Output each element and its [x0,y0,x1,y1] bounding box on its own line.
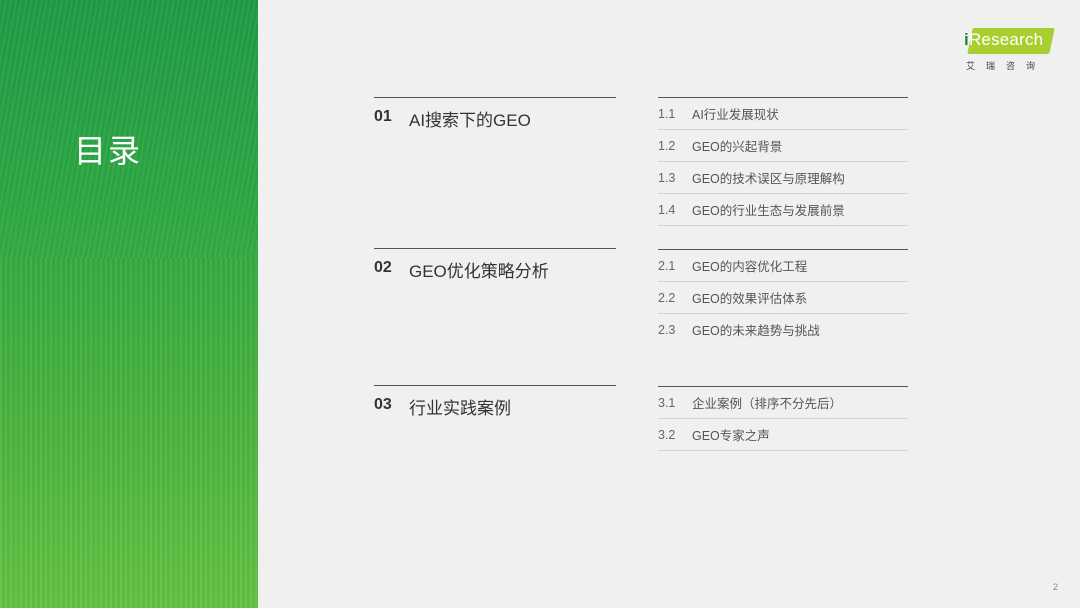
item-label: GEO的行业生态与发展前景 [692,204,845,218]
list-item: 3.1 企业案例（排序不分先后） [658,387,908,419]
section-number: 01 [374,108,392,125]
page-number: 2 [1053,582,1059,592]
item-label: AI行业发展现状 [692,108,779,122]
item-number: 3.2 [658,427,676,442]
side-panel-lines-pattern [0,258,258,608]
section-title: 行业实践案例 [409,399,511,418]
iresearch-logo: iResearch 艾瑞咨询 [964,26,1060,72]
toc-title: 目录 [74,133,143,169]
section-title: AI搜索下的GEO [409,111,531,130]
section-01: 01 AI搜索下的GEO [374,97,616,130]
section-number: 02 [374,259,392,276]
section-02: 02 GEO优化策略分析 [374,248,616,281]
item-number: 2.2 [658,290,676,305]
section-01-items: 1.1 AI行业发展现状 1.2 GEO的兴起背景 1.3 GEO的技术误区与原理解构… [658,97,908,226]
item-number: 3.1 [658,395,676,410]
list-item: 2.1 GEO的内容优化工程 [658,250,908,282]
list-item: 3.2 GEO专家之声 [658,419,908,451]
item-label: GEO的效果评估体系 [692,292,808,306]
item-label: GEO的未来趋势与挑战 [692,324,820,338]
side-panel: 目录 [0,0,258,608]
list-item: 1.1 AI行业发展现状 [658,98,908,130]
list-item: 2.3 GEO的未来趋势与挑战 [658,314,908,345]
logo-brand: Research [968,30,1044,49]
section-number: 03 [374,396,392,413]
item-label: GEO的内容优化工程 [692,260,808,274]
logo-wordmark: iResearch [964,30,1043,50]
list-item: 1.4 GEO的行业生态与发展前景 [658,194,908,226]
list-item: 2.2 GEO的效果评估体系 [658,282,908,314]
item-label: GEO的技术误区与原理解构 [692,172,845,186]
item-label: GEO的兴起背景 [692,140,783,154]
item-number: 1.2 [658,138,676,153]
list-item: 1.3 GEO的技术误区与原理解构 [658,162,908,194]
item-label: 企业案例（排序不分先后） [692,397,843,411]
section-03: 03 行业实践案例 [374,385,616,418]
section-title: GEO优化策略分析 [409,262,549,281]
item-number: 1.1 [658,106,676,121]
list-item: 1.2 GEO的兴起背景 [658,130,908,162]
section-02-items: 2.1 GEO的内容优化工程 2.2 GEO的效果评估体系 2.3 GEO的未来趋势与… [658,249,908,345]
item-number: 1.4 [658,202,676,217]
item-number: 2.3 [658,322,676,337]
item-number: 2.1 [658,258,676,273]
item-label: GEO专家之声 [692,429,770,443]
section-03-items: 3.1 企业案例（排序不分先后） 3.2 GEO专家之声 [658,386,908,451]
logo-subtitle: 艾瑞咨询 [966,61,1047,71]
item-number: 1.3 [658,170,676,185]
